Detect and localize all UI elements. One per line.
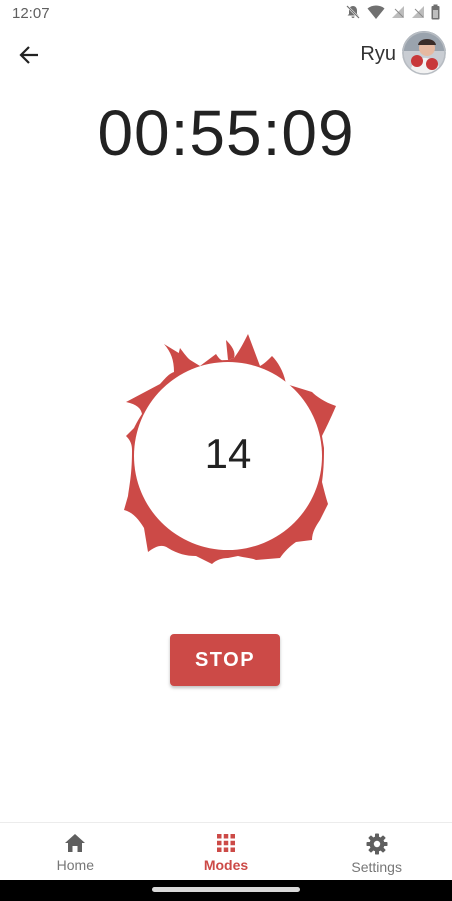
nav-label-modes: Modes	[203, 857, 249, 873]
nav-item-modes[interactable]: Modes	[151, 823, 302, 881]
bottom-nav: Home Modes Settings	[0, 822, 452, 881]
arrow-back-icon	[19, 46, 38, 64]
avatar[interactable]	[402, 31, 446, 75]
gear-icon	[366, 833, 388, 855]
status-icons	[345, 4, 440, 20]
notifications-off-icon	[346, 5, 360, 19]
rep-counter: 14	[204, 430, 252, 477]
status-time: 12:07	[12, 5, 50, 22]
gesture-area	[0, 880, 452, 901]
user-name: Ryu	[360, 43, 396, 65]
nav-label-settings: Settings	[351, 859, 402, 875]
grid-icon	[217, 834, 235, 852]
back-button[interactable]	[12, 38, 46, 72]
nav-label-home: Home	[56, 857, 95, 873]
screen: 12:07 Ryu 00:55:09 14 STOP Home Modes Se…	[0, 0, 452, 901]
signal-icon-secondary	[412, 6, 424, 18]
elapsed-timer: 00:55:09	[97, 97, 355, 169]
avatar-image	[402, 31, 446, 75]
app-bar: Ryu	[0, 28, 452, 80]
stop-button[interactable]: STOP	[170, 634, 280, 686]
home-icon	[65, 834, 86, 852]
gesture-handle[interactable]	[152, 887, 300, 892]
status-bar: 12:07	[0, 0, 452, 26]
nav-item-home[interactable]: Home	[0, 823, 151, 881]
battery-icon	[431, 4, 440, 20]
wifi-icon	[367, 5, 385, 19]
signal-icon	[392, 6, 404, 18]
nav-item-settings[interactable]: Settings	[301, 823, 452, 881]
